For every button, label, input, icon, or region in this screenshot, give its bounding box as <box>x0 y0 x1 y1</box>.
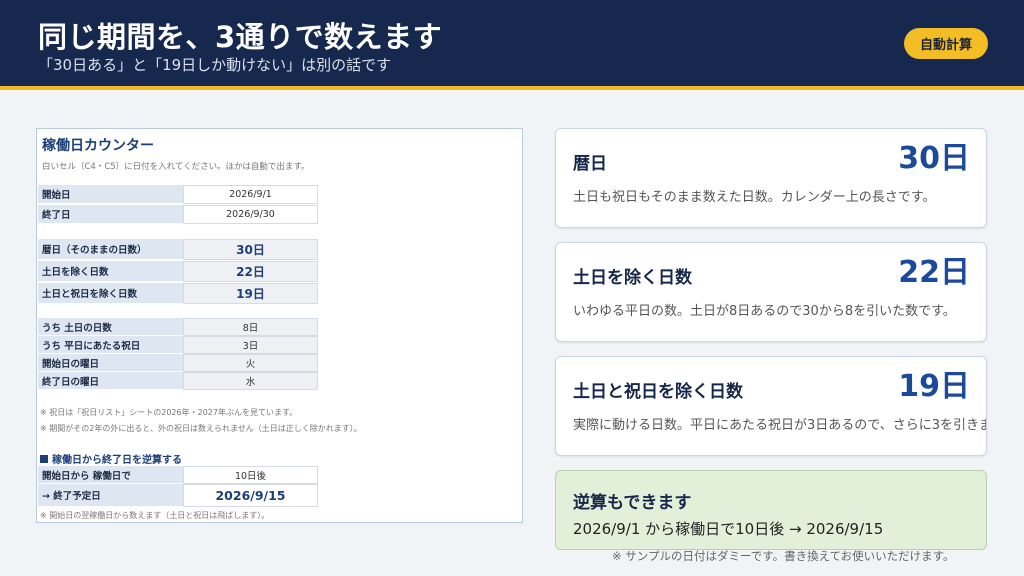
row-label: 開始日から 稼働日で <box>38 466 183 484</box>
detail-cell[interactable]: 8日 <box>183 318 318 336</box>
card-value: 30日 <box>898 141 970 176</box>
result-cell[interactable]: 19日 <box>183 283 318 304</box>
page-subtitle: 「30日ある」と「19日しか動けない」は別の話です <box>38 56 392 74</box>
row-label: 終了日 <box>38 205 183 224</box>
square-bullet-icon <box>40 454 48 463</box>
row-weekend-days: うち 土日の日数 8日 <box>38 318 318 336</box>
card-label: 土日を除く日数 <box>573 268 692 288</box>
offset-input-cell[interactable]: 10日後 <box>183 466 318 484</box>
row-label: うち 土日の日数 <box>38 318 183 336</box>
card-working-days: 土日と祝日を除く日数 19日 実際に動ける日数。平日にあたる祝日が3日あるので、… <box>555 356 987 456</box>
sample-footnote: ※ サンプルの日付はダミーです。書き換えてお使いいただけます。 <box>612 549 955 563</box>
row-reverse-result: → 終了予定日 2026/9/15 <box>38 484 318 507</box>
spreadsheet-panel: 稼働日カウンター 白いセル（C4・C5）に日付を入れてください。ほかは自動で出ま… <box>36 128 523 523</box>
start-date-cell[interactable]: 2026/9/1 <box>183 185 318 204</box>
row-label: 開始日の曜日 <box>38 354 183 372</box>
row-end-date: 終了日 2026/9/30 <box>38 205 318 224</box>
row-label: 土日と祝日を除く日数 <box>38 283 183 304</box>
row-calendar-days: 暦日（そのままの日数） 30日 <box>38 239 318 260</box>
row-start-date: 開始日 2026/9/1 <box>38 185 318 204</box>
row-label: 終了日の曜日 <box>38 372 183 390</box>
end-date-cell[interactable]: 2026/9/30 <box>183 205 318 224</box>
detail-cell[interactable]: 3日 <box>183 336 318 354</box>
reverse-section-heading: 稼働日から終了日を逆算する <box>40 451 182 466</box>
card-description: いわゆる平日の数。土日が8日あるので30から8を引いた数です。 <box>573 304 956 319</box>
row-holidays: うち 平日にあたる祝日 3日 <box>38 336 318 354</box>
header-accent-line <box>0 86 1024 90</box>
reverse-calc-card: 逆算もできます 2026/9/1 から稼働日で10日後 → 2026/9/15 <box>555 470 987 550</box>
header-bar: 同じ期間を、3通りで数えます 「30日ある」と「19日しか動けない」は別の話です… <box>0 0 1024 86</box>
sheet-description: 白いセル（C4・C5）に日付を入れてください。ほかは自動で出ます。 <box>42 162 310 172</box>
card-label: 暦日 <box>573 154 607 174</box>
reverse-heading-text: 稼働日から終了日を逆算する <box>52 455 182 466</box>
row-label: 開始日 <box>38 185 183 204</box>
page-title: 同じ期間を、3通りで数えます <box>38 20 443 54</box>
row-label: 暦日（そのままの日数） <box>38 239 183 260</box>
reverse-card-title: 逆算もできます <box>573 493 692 513</box>
reverse-note: ※ 開始日の翌稼働日から数えます（土日と祝日は飛ばします）。 <box>40 511 270 520</box>
row-working-days: 土日と祝日を除く日数 19日 <box>38 283 318 304</box>
row-label: うち 平日にあたる祝日 <box>38 336 183 354</box>
auto-calc-badge: 自動計算 <box>904 28 988 59</box>
reverse-card-text: 2026/9/1 から稼働日で10日後 → 2026/9/15 <box>573 520 884 538</box>
card-value: 22日 <box>898 255 970 290</box>
row-label: 土日を除く日数 <box>38 261 183 282</box>
holiday-note: ※ 祝日は「祝日リスト」シートの2026年・2027年ぶんを見ています。 <box>40 408 298 417</box>
card-description: 実際に動ける日数。平日にあたる祝日が3日あるので、さらに3を引きます。 <box>573 418 987 433</box>
due-date-cell[interactable]: 2026/9/15 <box>183 484 318 507</box>
card-weekdays: 土日を除く日数 22日 いわゆる平日の数。土日が8日あるので30から8を引いた数… <box>555 242 987 342</box>
detail-cell[interactable]: 火 <box>183 354 318 372</box>
sheet-title: 稼働日カウンター <box>42 138 154 154</box>
detail-cell[interactable]: 水 <box>183 372 318 390</box>
result-cell[interactable]: 22日 <box>183 261 318 282</box>
card-value: 19日 <box>898 369 970 404</box>
card-description: 土日も祝日もそのまま数えた日数。カレンダー上の長さです。 <box>573 190 936 205</box>
row-end-weekday: 終了日の曜日 水 <box>38 372 318 390</box>
row-label: → 終了予定日 <box>38 484 183 507</box>
range-note: ※ 期間がその2年の外に出ると、外の祝日は数えられません（土日は正しく除かれます… <box>40 424 362 433</box>
row-weekdays: 土日を除く日数 22日 <box>38 261 318 282</box>
card-calendar-days: 暦日 30日 土日も祝日もそのまま数えた日数。カレンダー上の長さです。 <box>555 128 987 228</box>
row-start-weekday: 開始日の曜日 火 <box>38 354 318 372</box>
card-label: 土日と祝日を除く日数 <box>573 382 743 402</box>
row-reverse-offset: 開始日から 稼働日で 10日後 <box>38 466 318 484</box>
result-cell[interactable]: 30日 <box>183 239 318 260</box>
